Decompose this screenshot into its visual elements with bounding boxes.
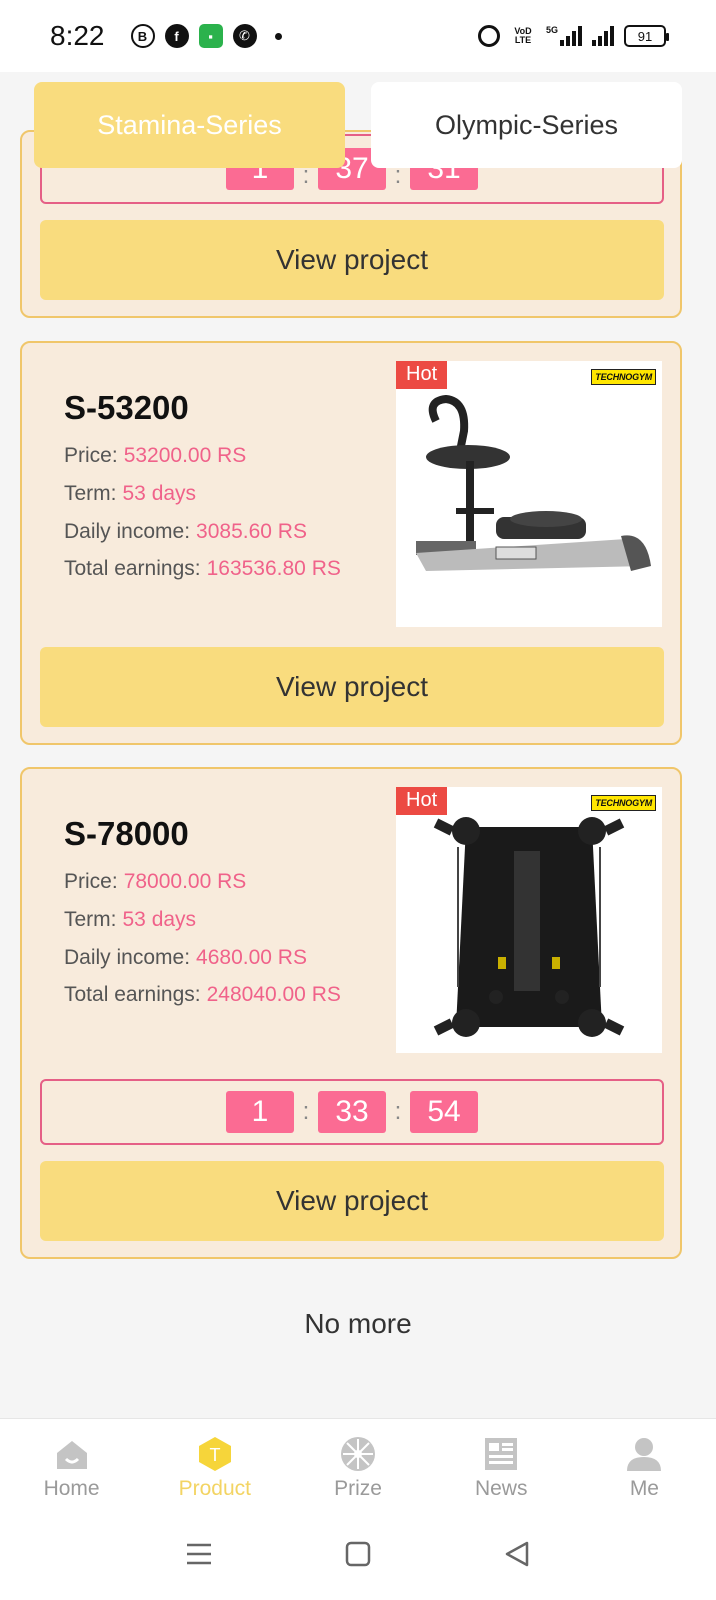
product-card-s-53200: S-53200 Price: 53200.00 RS Term: 53 days D… [20,341,682,745]
nav-news[interactable]: News [430,1419,573,1512]
view-project-button[interactable]: View project [40,647,664,727]
product-image[interactable]: Hot TECHNOGYM [396,787,662,1053]
product-card-s-78000: S-78000 Price: 78000.00 RS Term: 53 days D… [20,767,682,1259]
system-indicators: VoD LTE 5G 91 [477,25,669,47]
hot-badge: Hot [396,787,448,815]
nav-label: Me [629,1477,659,1500]
recent-apps-icon[interactable] [185,1540,213,1573]
series-tabs: Stamina-Series Olympic-Series [0,72,716,172]
status-bar: 8:22 B f ▪ ✆ VoD LTE 5G 91 [0,0,716,72]
news-icon [482,1435,520,1473]
nav-prize[interactable]: Prize [286,1419,429,1512]
nav-label: Prize [334,1477,382,1500]
home-button-icon[interactable] [344,1540,372,1573]
no-more-text: No more [304,1308,412,1339]
app-notification-icon: ▪ [198,24,223,48]
total-earnings-row: Total earnings: 248040.00 RS [64,983,341,1006]
notification-icons: B f ▪ ✆ [130,24,282,48]
view-project-button[interactable]: View project [40,1161,664,1241]
view-project-button[interactable]: View project [40,220,664,300]
nav-product[interactable]: T Product [143,1419,286,1512]
tab-stamina-series[interactable]: Stamina-Series [34,82,345,168]
facebook-icon: f [164,24,189,48]
timer-minutes: 33 [318,1091,386,1133]
bottom-nav: Home T Product Prize News Me [0,1418,716,1512]
whatsapp-business-icon: B [130,24,155,48]
price-row: Price: 53200.00 RS [64,444,247,467]
phone-icon: ✆ [232,24,257,48]
status-time: 8:22 [50,20,105,51]
total-earnings-row: Total earnings: 163536.80 RS [64,557,341,580]
system-nav-bar [0,1512,716,1600]
more-notifications-icon [274,32,282,40]
term-row: Term: 53 days [64,482,197,505]
volte-icon: VoD LTE [514,26,532,45]
nav-me[interactable]: Me [573,1419,716,1512]
hot-badge: Hot [396,361,448,389]
technogym-logo: TECHNOGYM [591,795,656,811]
home-icon [53,1435,91,1473]
signal-5g-icon: 5G [546,26,582,46]
stretch-machine-illustration [416,394,651,571]
price-row: Price: 78000.00 RS [64,870,247,893]
cable-station-illustration [433,817,625,1037]
alarm-icon [477,25,500,47]
term-row: Term: 53 days [64,908,197,931]
battery-icon: 91 [624,25,669,47]
tab-olympic-series[interactable]: Olympic-Series [371,82,682,168]
timer-seconds: 54 [410,1091,478,1133]
back-icon[interactable] [503,1540,531,1573]
nav-label: Home [43,1477,100,1500]
user-icon [625,1435,663,1473]
daily-income-row: Daily income: 4680.00 RS [64,946,307,969]
nav-label: Product [178,1477,251,1500]
product-image[interactable]: Hot TECHNOGYM [396,361,662,627]
svg-text:T: T [209,1445,220,1465]
countdown-timer: 1 : 33 : 54 [40,1079,664,1145]
product-name: S-78000 [64,815,189,852]
product-name: S-53200 [64,389,189,426]
prize-wheel-icon [339,1435,377,1473]
daily-income-row: Daily income: 3085.60 RS [64,520,307,543]
nav-label: News [474,1477,528,1500]
timer-hours: 1 [226,1091,294,1133]
signal-icon [592,26,614,46]
product-icon: T [196,1435,234,1473]
technogym-logo: TECHNOGYM [591,369,656,385]
nav-home[interactable]: Home [0,1419,143,1512]
